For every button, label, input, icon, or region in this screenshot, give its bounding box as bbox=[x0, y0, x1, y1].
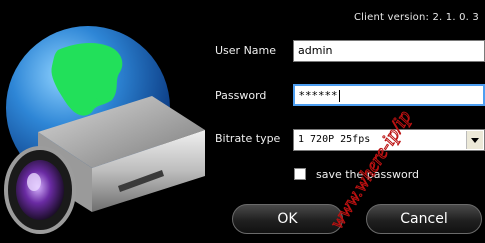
password-label: Password bbox=[215, 89, 267, 102]
username-label: User Name bbox=[215, 44, 277, 57]
username-field[interactable]: admin bbox=[293, 40, 485, 62]
camera-globe-illustration bbox=[4, 26, 205, 234]
cancel-button[interactable]: Cancel bbox=[366, 204, 482, 234]
dropdown-arrow-icon[interactable] bbox=[466, 131, 483, 149]
ok-button[interactable]: OK bbox=[232, 204, 343, 234]
login-dialog: Client version: 2. 1. 0. 3 User Name adm… bbox=[0, 0, 485, 243]
save-password-checkbox[interactable] bbox=[294, 168, 306, 180]
bitrate-selected-value: 1 720P 25fps bbox=[298, 134, 371, 145]
password-value: ****** bbox=[299, 89, 338, 102]
password-field[interactable]: ****** bbox=[293, 84, 485, 106]
save-password-label[interactable]: save the password bbox=[316, 168, 419, 181]
bitrate-select[interactable]: 1 720P 25fps bbox=[293, 129, 485, 151]
client-version: Client version: 2. 1. 0. 3 bbox=[353, 12, 479, 23]
bitrate-label: Bitrate type bbox=[215, 132, 281, 145]
text-caret bbox=[339, 90, 340, 102]
username-value: admin bbox=[298, 44, 333, 57]
